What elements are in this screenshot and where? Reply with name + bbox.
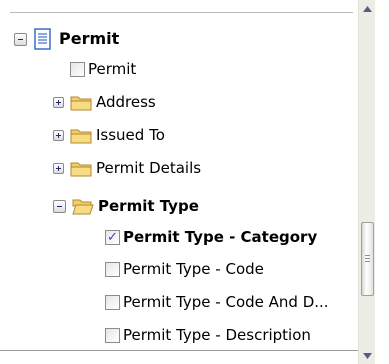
- field-permit-type-code-and-description[interactable]: Permit Type - Code And D...: [105, 291, 329, 313]
- tree-panel: Permit Permit Address Issued To Permit D…: [0, 0, 389, 364]
- field-permit-type-description[interactable]: Permit Type - Description: [105, 324, 311, 346]
- field-permit-type-category[interactable]: ✓ Permit Type - Category: [105, 226, 317, 248]
- field-label: Permit Type - Category: [123, 228, 318, 246]
- scroll-up-button[interactable]: [359, 0, 376, 17]
- tree-node-permit-details[interactable]: Permit Details: [53, 157, 201, 179]
- tree-node-label: Permit Type: [98, 197, 199, 215]
- vertical-scrollbar[interactable]: [358, 0, 375, 364]
- field-permit-type-code[interactable]: Permit Type - Code: [105, 258, 264, 280]
- checkbox[interactable]: [105, 327, 120, 343]
- document-icon: [34, 28, 51, 50]
- bottom-divider: [0, 350, 358, 351]
- field-permit[interactable]: Permit: [70, 58, 136, 80]
- scrollbar-thumb[interactable]: [361, 222, 374, 296]
- field-label: Permit: [88, 60, 137, 78]
- scroll-down-button[interactable]: [359, 347, 376, 364]
- tree-node-label: Issued To: [96, 126, 165, 144]
- field-label: Permit Type - Code And D...: [123, 293, 329, 311]
- expand-icon[interactable]: [53, 96, 64, 108]
- collapse-icon[interactable]: [53, 199, 66, 213]
- field-label: Permit Type - Description: [123, 326, 311, 344]
- tree-node-permit[interactable]: Permit: [14, 28, 119, 50]
- arrow-up-icon: [363, 5, 372, 12]
- expand-icon[interactable]: [53, 162, 64, 174]
- folder-icon: [70, 129, 92, 143]
- tree-node-permit-type[interactable]: Permit Type: [53, 195, 199, 217]
- tree-node-label: Permit: [59, 29, 120, 48]
- checkmark-icon: ✓: [107, 229, 118, 245]
- top-divider: [10, 12, 353, 13]
- checkbox[interactable]: [105, 261, 120, 277]
- open-folder-icon: [72, 199, 94, 214]
- collapse-icon[interactable]: [14, 32, 27, 46]
- checkbox[interactable]: [105, 294, 120, 310]
- tree-node-label: Permit Details: [96, 159, 202, 177]
- expand-icon[interactable]: [53, 129, 64, 141]
- checkbox[interactable]: ✓: [105, 229, 120, 245]
- field-label: Permit Type - Code: [123, 260, 264, 278]
- folder-icon: [70, 162, 92, 176]
- folder-icon: [70, 96, 92, 110]
- tree-node-label: Address: [96, 93, 156, 111]
- checkbox[interactable]: [70, 61, 85, 77]
- arrow-down-icon: [363, 352, 372, 359]
- tree-node-issued-to[interactable]: Issued To: [53, 124, 165, 146]
- tree-node-address[interactable]: Address: [53, 91, 156, 113]
